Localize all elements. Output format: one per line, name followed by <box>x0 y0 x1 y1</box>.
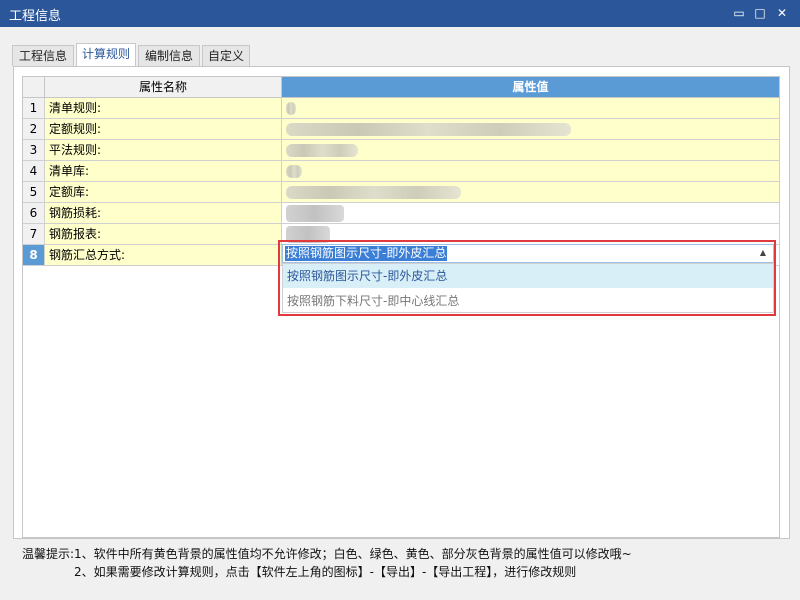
header-property-value: 属性值 <box>282 77 780 98</box>
row-value <box>282 140 780 161</box>
title-bar: 工程信息 ▭ □ ✕ <box>0 0 800 27</box>
redacted-value <box>286 102 296 115</box>
row-index: 3 <box>23 140 45 161</box>
row-value <box>282 182 780 203</box>
row-name: 清单规则: <box>45 98 282 119</box>
dropdown-list: 按照钢筋图示尺寸-即外皮汇总 按照钢筋下料尺寸-即中心线汇总 <box>282 263 774 313</box>
window-title: 工程信息 <box>9 9 62 24</box>
tips-text: 温馨提示:1、软件中所有黄色背景的属性值均不允许修改；白色、绿色、黄色、部分灰色… <box>22 545 792 581</box>
tab-compile-info[interactable]: 编制信息 <box>138 45 200 66</box>
table-row: 4 清单库: <box>23 161 780 182</box>
row-name: 钢筋汇总方式: <box>45 245 282 266</box>
row-index: 6 <box>23 203 45 224</box>
redacted-value <box>286 165 302 178</box>
row-index-selected: 8 <box>23 245 45 266</box>
row-value <box>282 119 780 140</box>
row-index: 5 <box>23 182 45 203</box>
close-icon[interactable]: ✕ <box>773 4 791 22</box>
dropdown-option-outer[interactable]: 按照钢筋图示尺寸-即外皮汇总 <box>283 264 773 288</box>
header-property-name: 属性名称 <box>45 77 282 98</box>
row-name: 定额库: <box>45 182 282 203</box>
row-name: 钢筋损耗: <box>45 203 282 224</box>
header-index <box>23 77 45 98</box>
row-name: 钢筋报表: <box>45 224 282 245</box>
table-row: 2 定额规则: <box>23 119 780 140</box>
row-index: 2 <box>23 119 45 140</box>
dropdown-arrow-icon[interactable]: ▲ <box>760 248 766 257</box>
tab-custom[interactable]: 自定义 <box>202 45 250 66</box>
tip-line-1: 温馨提示:1、软件中所有黄色背景的属性值均不允许修改；白色、绿色、黄色、部分灰色… <box>22 547 632 561</box>
tab-calc-rules[interactable]: 计算规则 <box>76 43 136 66</box>
row-index: 4 <box>23 161 45 182</box>
table-row: 6 钢筋损耗: <box>23 203 780 224</box>
redacted-value <box>286 123 571 136</box>
table-row: 5 定额库: <box>23 182 780 203</box>
summary-method-select[interactable]: 按照钢筋图示尺寸-即外皮汇总 ▲ <box>282 244 774 263</box>
row-name: 定额规则: <box>45 119 282 140</box>
tip-line-2: 2、如果需要修改计算规则，点击【软件左上角的图标】-【导出】-【导出工程】，进行… <box>74 565 577 579</box>
redacted-value <box>286 186 461 199</box>
row-value <box>282 98 780 119</box>
dropdown-option-center[interactable]: 按照钢筋下料尺寸-即中心线汇总 <box>283 289 773 313</box>
tab-project-info[interactable]: 工程信息 <box>12 45 74 66</box>
row-value <box>282 161 780 182</box>
row-index: 7 <box>23 224 45 245</box>
table-row: 1 清单规则: <box>23 98 780 119</box>
minimize-icon[interactable]: ▭ <box>730 4 748 22</box>
row-name: 平法规则: <box>45 140 282 161</box>
select-value: 按照钢筋图示尺寸-即外皮汇总 <box>285 246 448 261</box>
table-row: 3 平法规则: <box>23 140 780 161</box>
row-value[interactable] <box>282 203 780 224</box>
maximize-icon[interactable]: □ <box>751 4 769 22</box>
redacted-value <box>286 144 358 157</box>
row-index: 1 <box>23 98 45 119</box>
row-name: 清单库: <box>45 161 282 182</box>
redacted-value <box>286 205 344 222</box>
